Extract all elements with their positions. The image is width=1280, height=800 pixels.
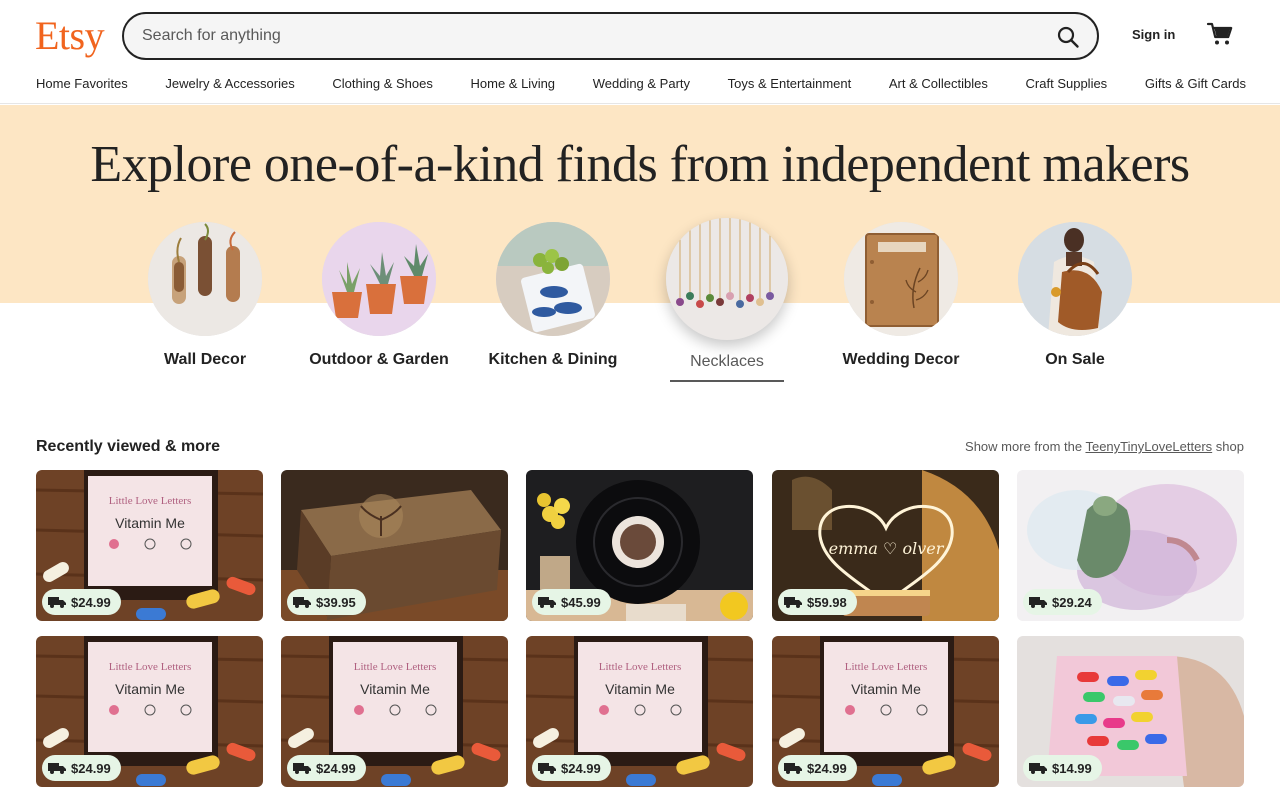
svg-text:Little Love Letters: Little Love Letters: [109, 661, 191, 673]
category-wedding-decor[interactable]: Wedding Decor: [831, 222, 971, 370]
listing-card[interactable]: $39.95: [281, 470, 508, 621]
nav-craft-supplies[interactable]: Craft Supplies: [1026, 76, 1108, 94]
price-text: $29.24: [1052, 594, 1092, 610]
free-shipping-truck-icon: [293, 763, 311, 774]
category-wall-decor[interactable]: Wall Decor: [135, 222, 275, 370]
listing-card[interactable]: Little Love Letters Vitamin Me $24.99: [281, 636, 508, 787]
category-image: [1018, 222, 1132, 336]
price-badge: $29.24: [1023, 589, 1102, 615]
free-shipping-truck-icon: [48, 597, 66, 608]
price-badge: $24.99: [42, 589, 121, 615]
nav-jewelry-accessories[interactable]: Jewelry & Accessories: [165, 76, 294, 94]
free-shipping-truck-icon: [538, 763, 556, 774]
price-badge: $59.98: [778, 589, 857, 615]
cart-button[interactable]: [1206, 20, 1234, 48]
svg-text:Little Love Letters: Little Love Letters: [354, 661, 436, 673]
site-header: Etsy Sign in Home Favorites Jewelry & Ac…: [0, 0, 1280, 104]
free-shipping-truck-icon: [1029, 597, 1047, 608]
show-more-text: Show more from the TeenyTinyLoveLetters …: [965, 439, 1244, 454]
price-badge: $14.99: [1023, 755, 1102, 781]
svg-text:Little Love Letters: Little Love Letters: [845, 661, 927, 673]
category-label: On Sale: [1045, 351, 1105, 368]
svg-text:Little Love Letters: Little Love Letters: [599, 661, 681, 673]
listing-card[interactable]: Little Love Letters Vitamin Me $24.99: [772, 636, 999, 787]
listing-card[interactable]: $14.99: [1017, 636, 1244, 787]
svg-text:Little Love Letters: Little Love Letters: [109, 495, 191, 507]
nav-wedding-party[interactable]: Wedding & Party: [593, 76, 690, 94]
price-text: $45.99: [561, 594, 601, 610]
nav-home-favorites[interactable]: Home Favorites: [36, 76, 128, 94]
category-necklaces[interactable]: Necklaces: [657, 218, 797, 382]
search-button[interactable]: [1053, 22, 1083, 52]
category-label: Wall Decor: [163, 351, 247, 368]
search-icon: [1057, 26, 1079, 48]
price-badge: $24.99: [287, 755, 366, 781]
listing-card[interactable]: Little Love Letters Vitamin Me $24.99: [36, 470, 263, 621]
show-more-suffix: shop: [1215, 439, 1244, 454]
free-shipping-truck-icon: [1029, 763, 1047, 774]
price-text: $24.99: [71, 594, 111, 610]
nav-home-living[interactable]: Home & Living: [471, 76, 556, 94]
free-shipping-truck-icon: [293, 597, 311, 608]
svg-text:Vitamin Me: Vitamin Me: [360, 681, 430, 697]
price-badge: $24.99: [532, 755, 611, 781]
listing-card[interactable]: emma ♡ olver $59.98: [772, 470, 999, 621]
category-nav: Home Favorites Jewelry & Accessories Clo…: [36, 76, 1246, 94]
listing-card[interactable]: Little Love Letters Vitamin Me $24.99: [36, 636, 263, 787]
free-shipping-truck-icon: [784, 763, 802, 774]
category-image: [148, 222, 262, 336]
recently-viewed-title: Recently viewed & more: [36, 438, 221, 455]
free-shipping-truck-icon: [538, 597, 556, 608]
price-text: $24.99: [316, 760, 356, 776]
active-category-underline: [670, 380, 784, 382]
svg-text:Vitamin Me: Vitamin Me: [605, 681, 675, 697]
price-badge: $24.99: [42, 755, 121, 781]
hero-title: Explore one-of-a-kind finds from indepen…: [90, 136, 1190, 193]
svg-text:emma ♡ olver: emma ♡ olver: [829, 539, 945, 558]
category-kitchen-dining[interactable]: Kitchen & Dining: [483, 222, 623, 370]
shop-link[interactable]: TeenyTinyLoveLetters: [1085, 439, 1212, 454]
nav-toys-entertainment[interactable]: Toys & Entertainment: [728, 76, 852, 94]
free-shipping-truck-icon: [784, 597, 802, 608]
cart-icon: [1206, 22, 1233, 45]
search-input[interactable]: [142, 24, 1022, 48]
svg-text:Vitamin Me: Vitamin Me: [115, 515, 185, 531]
price-badge: $24.99: [778, 755, 857, 781]
category-label: Necklaces: [690, 353, 764, 370]
nav-gifts-gift-cards[interactable]: Gifts & Gift Cards: [1145, 76, 1246, 94]
category-image: [844, 222, 958, 336]
price-text: $24.99: [807, 760, 847, 776]
category-image: [666, 218, 788, 340]
free-shipping-truck-icon: [48, 763, 66, 774]
show-more-prefix: Show more from the: [965, 439, 1083, 454]
price-badge: $45.99: [532, 589, 611, 615]
price-text: $14.99: [1052, 760, 1092, 776]
listing-card[interactable]: Little Love Letters Vitamin Me $24.99: [526, 636, 753, 787]
etsy-logo[interactable]: Etsy: [35, 12, 105, 60]
category-label: Kitchen & Dining: [488, 351, 618, 368]
svg-text:Vitamin Me: Vitamin Me: [115, 681, 185, 697]
category-label: Wedding Decor: [842, 351, 960, 368]
search-bar: [122, 12, 1099, 60]
category-image: [322, 222, 436, 336]
category-image: [496, 222, 610, 336]
price-text: $39.95: [316, 594, 356, 610]
listing-card[interactable]: $29.24: [1017, 470, 1244, 621]
price-text: $24.99: [71, 760, 111, 776]
sign-in-link[interactable]: Sign in: [1132, 27, 1175, 42]
price-text: $59.98: [807, 594, 847, 610]
category-on-sale[interactable]: On Sale: [1005, 222, 1145, 370]
category-outdoor-garden[interactable]: Outdoor & Garden: [309, 222, 449, 370]
price-text: $24.99: [561, 760, 601, 776]
listing-card[interactable]: $45.99: [526, 470, 753, 621]
price-badge: $39.95: [287, 589, 366, 615]
nav-art-collectibles[interactable]: Art & Collectibles: [889, 76, 988, 94]
category-label: Outdoor & Garden: [309, 351, 449, 368]
svg-text:Vitamin Me: Vitamin Me: [851, 681, 921, 697]
nav-clothing-shoes[interactable]: Clothing & Shoes: [332, 76, 432, 94]
